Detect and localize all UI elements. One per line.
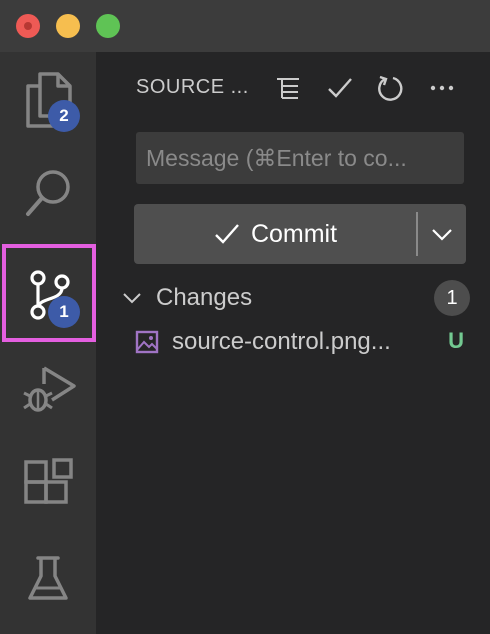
activity-bar: 2 1 xyxy=(0,52,96,634)
files-icon xyxy=(26,72,72,128)
commit-button[interactable]: Commit xyxy=(134,204,416,264)
commit-check-button[interactable] xyxy=(324,72,356,104)
refresh-icon xyxy=(378,75,403,101)
more-actions-icon xyxy=(430,85,454,91)
minimize-window-button[interactable] xyxy=(56,14,80,38)
run-debug-icon xyxy=(23,366,76,412)
explorer-badge: 2 xyxy=(48,100,80,132)
beaker-icon xyxy=(28,556,68,600)
commit-dropdown-button[interactable] xyxy=(418,204,466,264)
activity-item-search[interactable] xyxy=(0,148,96,244)
title-bar xyxy=(0,0,490,52)
changes-count-badge: 1 xyxy=(434,280,470,316)
refresh-button[interactable] xyxy=(374,72,406,104)
view-as-tree-icon xyxy=(277,78,299,99)
sidebar-title: SOURCE ... xyxy=(136,76,249,98)
file-name: source-control.png... xyxy=(172,328,391,355)
commit-message-input[interactable]: Message (⌘Enter to co... xyxy=(136,132,464,184)
chevron-down-icon xyxy=(432,229,452,241)
changes-group-header[interactable]: Changes 1 xyxy=(122,280,470,316)
image-file-icon xyxy=(135,330,159,354)
view-as-tree-button[interactable] xyxy=(272,72,304,104)
chevron-down-icon xyxy=(123,293,141,304)
activity-item-extensions[interactable] xyxy=(0,436,96,532)
check-icon xyxy=(215,224,239,244)
zoom-window-button[interactable] xyxy=(96,14,120,38)
activity-item-testing[interactable] xyxy=(0,532,96,628)
commit-button-group: Commit xyxy=(134,204,466,264)
activity-item-run-debug[interactable] xyxy=(0,348,96,444)
more-actions-button[interactable] xyxy=(426,72,458,104)
file-status-untracked: U xyxy=(448,328,464,353)
search-icon xyxy=(26,170,70,216)
commit-label: Commit xyxy=(250,219,338,248)
commit-check-icon xyxy=(328,78,352,98)
changes-label: Changes xyxy=(156,284,253,311)
commit-message-placeholder: Message (⌘Enter to co... xyxy=(146,144,407,171)
close-window-button[interactable] xyxy=(16,14,40,38)
active-item-highlight xyxy=(2,244,96,342)
source-control-sidebar: SOURCE ... Message (⌘Enter to co... Comm… xyxy=(96,52,490,634)
extensions-icon xyxy=(24,458,73,504)
activity-item-explorer[interactable]: 2 xyxy=(0,52,96,148)
changed-file-item[interactable]: source-control.png... U xyxy=(134,324,464,360)
